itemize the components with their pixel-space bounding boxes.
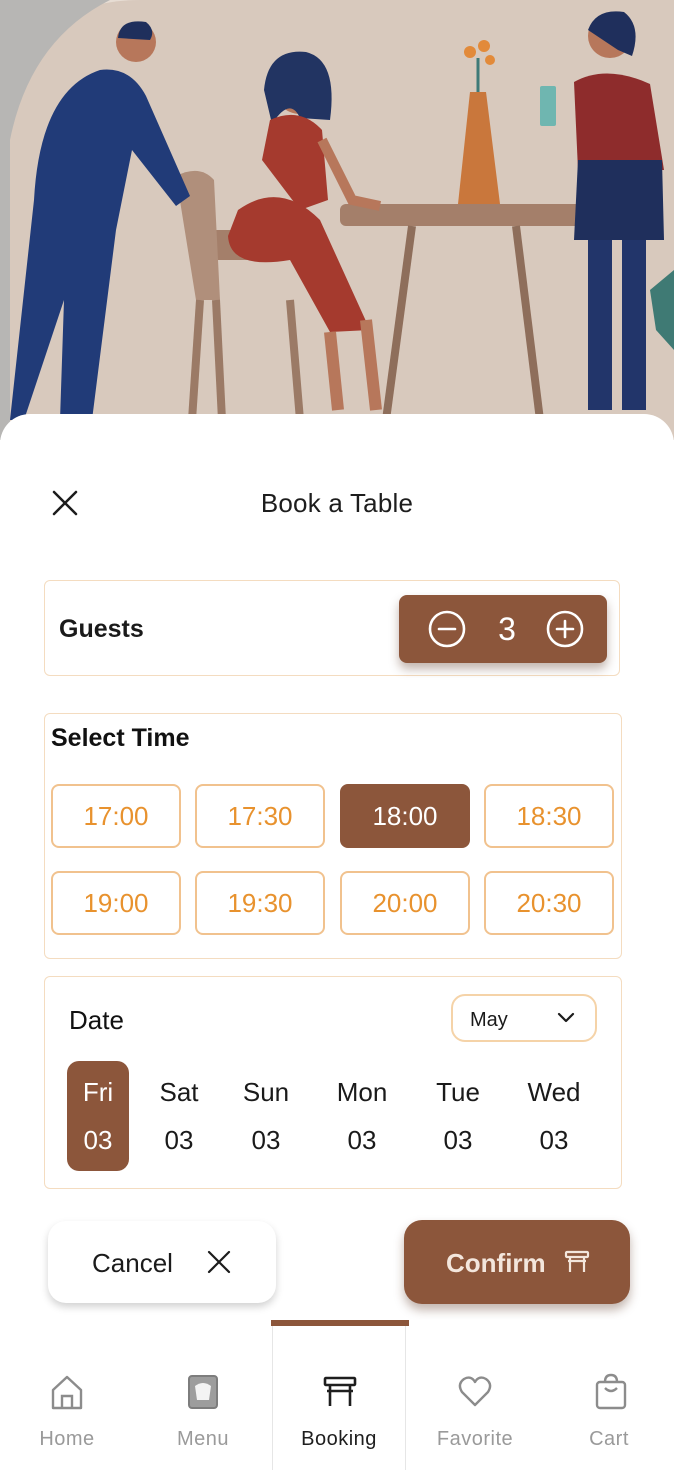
nav-booking-label: Booking	[301, 1428, 377, 1450]
page-title: Book a Table	[260, 488, 414, 518]
guests-label: Guests	[59, 615, 144, 643]
table-icon	[564, 1250, 590, 1272]
minus-circle-icon	[428, 610, 466, 648]
day-name: Fri	[82, 1077, 114, 1107]
day-option[interactable]: Sat 03	[148, 1061, 210, 1171]
nav-cart[interactable]: Cart	[544, 1320, 674, 1470]
day-name: Wed	[527, 1077, 581, 1107]
decrease-guests-button[interactable]	[427, 609, 467, 649]
day-name: Sat	[159, 1077, 199, 1107]
time-slot[interactable]: 17:00	[51, 784, 181, 848]
day-option[interactable]: Mon 03	[327, 1061, 397, 1171]
confirm-button[interactable]: Confirm	[404, 1220, 630, 1304]
day-name: Mon	[336, 1077, 388, 1107]
date-label: Date	[69, 1005, 124, 1035]
confirm-label: Confirm	[446, 1248, 546, 1278]
cancel-label: Cancel	[92, 1248, 173, 1278]
shopping-bag-icon	[595, 1373, 627, 1410]
time-slot[interactable]: 20:00	[340, 871, 470, 935]
guests-card: Guests 3	[44, 580, 620, 676]
bottom-nav: Home Menu Booking Favorite Cart	[0, 1320, 674, 1470]
day-option[interactable]: Wed 03	[519, 1061, 589, 1171]
increase-guests-button[interactable]	[545, 609, 585, 649]
chevron-down-icon	[557, 1012, 575, 1023]
time-slot[interactable]: 20:30	[484, 871, 614, 935]
guests-stepper: 3	[399, 595, 607, 663]
day-number: 03	[539, 1125, 569, 1155]
table-icon	[323, 1376, 357, 1406]
day-option[interactable]: Tue 03	[427, 1061, 489, 1171]
time-slot[interactable]: 19:00	[51, 871, 181, 935]
day-number: 03	[347, 1125, 377, 1155]
home-icon	[51, 1375, 83, 1410]
month-value: May	[470, 1009, 508, 1031]
time-slot[interactable]: 18:30	[484, 784, 614, 848]
time-card: Select Time 17:00 17:30 18:00 18:30 19:0…	[44, 713, 622, 959]
date-card: Date May Fri 03 Sat 03 Sun 03 Mon 03 Tue…	[44, 976, 622, 1189]
nav-home-label: Home	[39, 1428, 95, 1450]
guest-count: 3	[498, 611, 516, 647]
nav-favorite[interactable]: Favorite	[408, 1320, 542, 1470]
day-option[interactable]: Fri 03	[67, 1061, 129, 1171]
nav-home[interactable]: Home	[0, 1320, 134, 1470]
time-slot[interactable]: 19:30	[195, 871, 325, 935]
select-time-label: Select Time	[51, 724, 190, 752]
day-name: Sun	[242, 1077, 290, 1107]
time-slot[interactable]: 17:30	[195, 784, 325, 848]
nav-menu-label: Menu	[176, 1428, 230, 1450]
heart-icon	[458, 1376, 492, 1407]
day-number: 03	[164, 1125, 194, 1155]
cancel-button[interactable]: Cancel	[48, 1221, 276, 1303]
nav-booking[interactable]: Booking	[271, 1320, 409, 1470]
day-number: 03	[83, 1125, 113, 1155]
day-name: Tue	[436, 1077, 480, 1107]
month-select[interactable]: May	[451, 994, 597, 1042]
day-number: 03	[251, 1125, 281, 1155]
nav-favorite-label: Favorite	[436, 1428, 514, 1450]
day-number: 03	[443, 1125, 473, 1155]
nav-cart-label: Cart	[589, 1428, 629, 1450]
menu-book-icon	[188, 1375, 218, 1409]
nav-menu[interactable]: Menu	[136, 1320, 270, 1470]
day-option[interactable]: Sun 03	[235, 1061, 297, 1171]
plus-circle-icon	[546, 610, 584, 648]
close-icon	[207, 1250, 231, 1274]
time-slot[interactable]: 18:00	[340, 784, 470, 848]
restaurant-hero-illustration	[0, 0, 674, 440]
